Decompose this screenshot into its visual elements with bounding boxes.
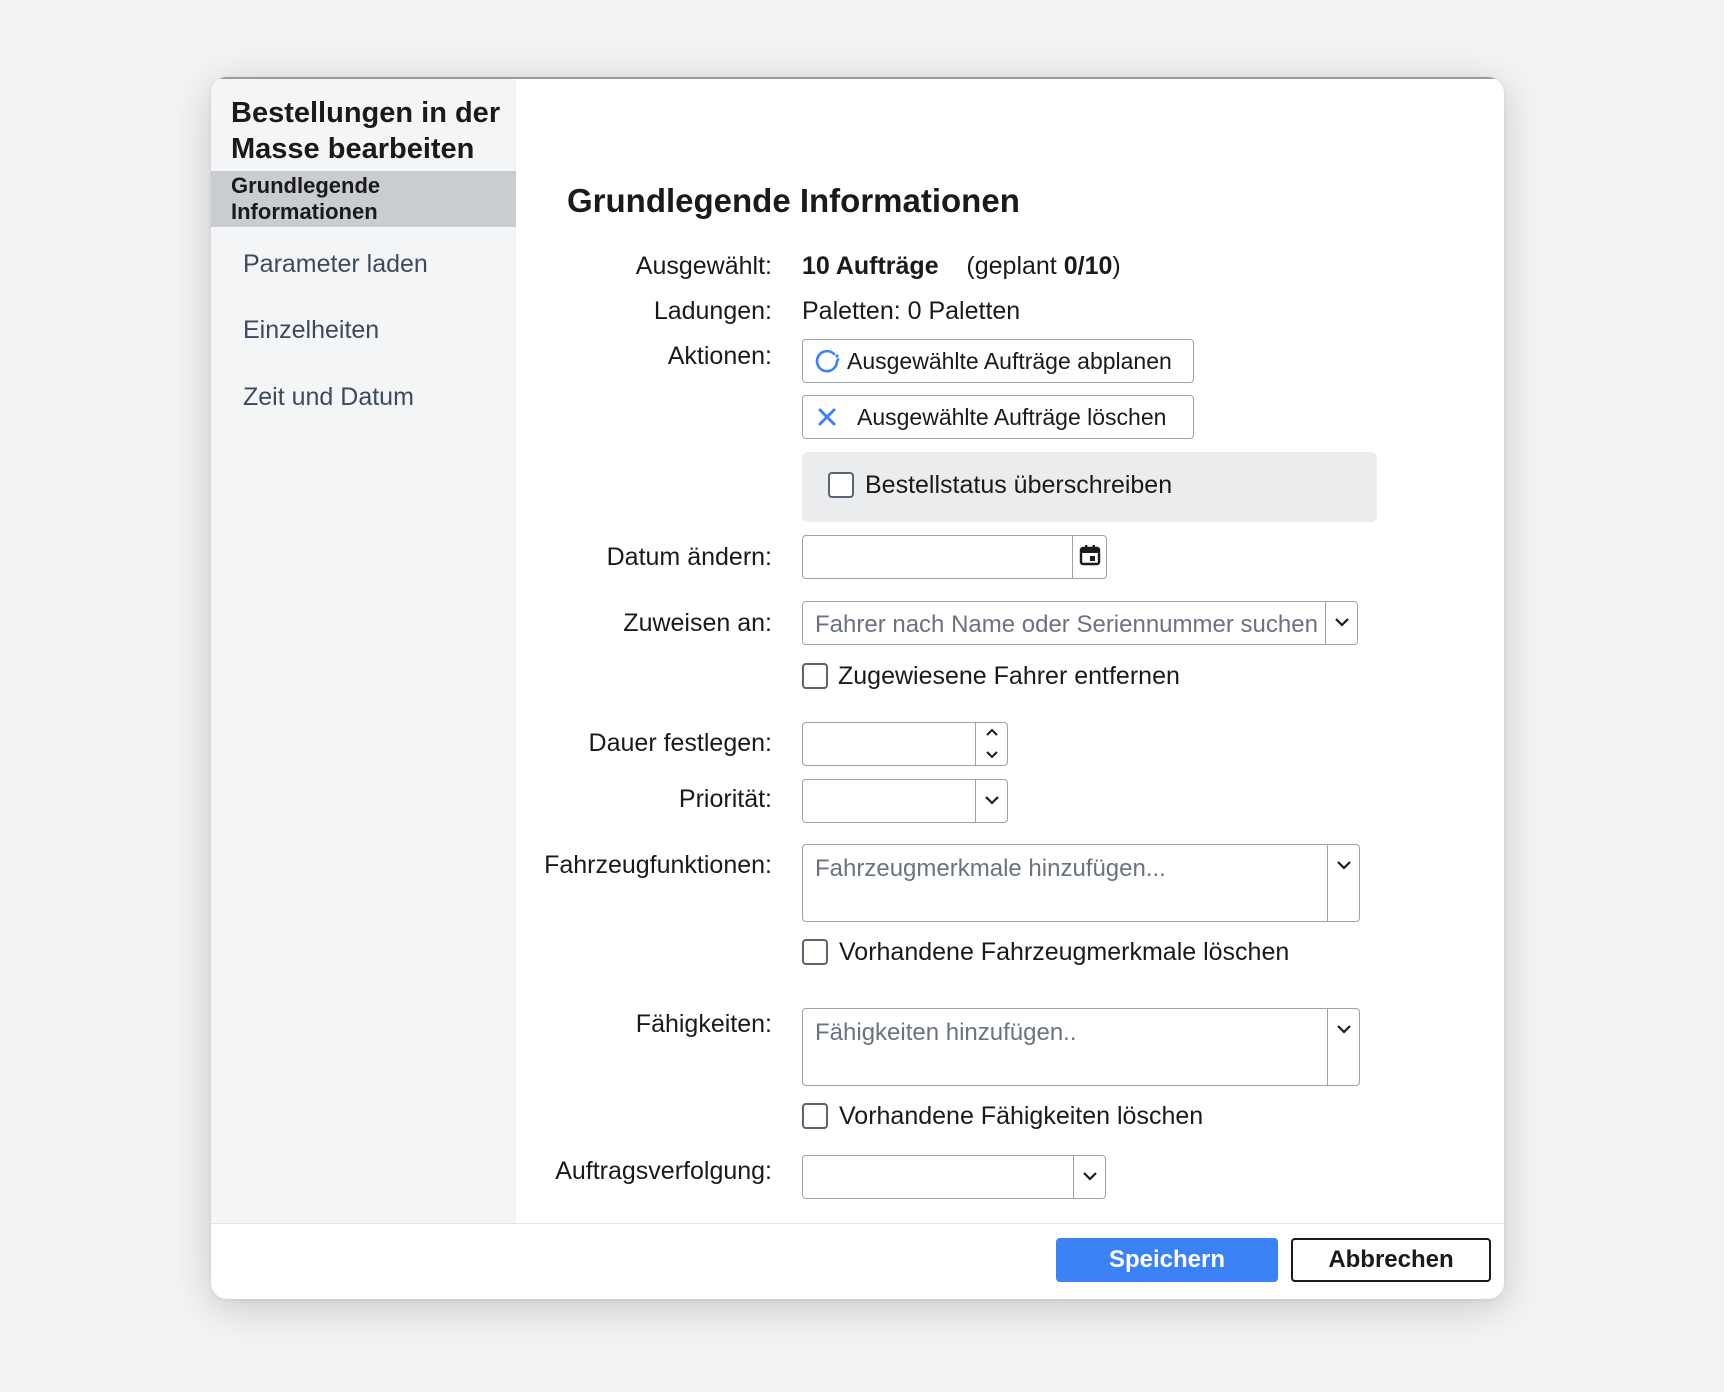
chevron-up-icon[interactable]: [985, 724, 999, 742]
vehicle-features-dropdown-button[interactable]: [1327, 845, 1359, 921]
duration-spin-buttons[interactable]: [975, 723, 1007, 765]
selected-count: 10 Aufträge: [802, 252, 939, 280]
cancel-button[interactable]: Abbrechen: [1291, 1238, 1491, 1282]
section-title: Grundlegende Informationen: [567, 182, 1020, 219]
close-icon: [807, 406, 847, 428]
priority-label: Priorität:: [678, 785, 772, 813]
chevron-down-icon: [1336, 1021, 1352, 1039]
sidebar: Bestellungen in der Masse bearbeiten Gru…: [211, 79, 516, 1223]
planned-prefix: (geplant: [966, 252, 1057, 280]
calendar-button[interactable]: [1072, 536, 1106, 578]
clear-vehicle-features-label: Vorhandene Fahrzeugmerkmale löschen: [839, 938, 1290, 966]
skills-placeholder: Fähigkeiten hinzufügen..: [815, 1019, 1077, 1046]
chevron-down-icon[interactable]: [985, 746, 999, 764]
sidebar-item-basic-info[interactable]: Grundlegende Informationen: [211, 171, 516, 227]
main-content: Grundlegende Informationen Ausgewählt: 1…: [516, 77, 1504, 1223]
remove-drivers-label: Zugewiesene Fahrer entfernen: [838, 662, 1180, 690]
vehicle-features-label: Fahrzeugfunktionen:: [544, 851, 772, 879]
date-input[interactable]: [802, 535, 1107, 579]
actions-label: Aktionen:: [667, 342, 772, 370]
sidebar-item-time-date[interactable]: Zeit und Datum: [211, 369, 516, 425]
selected-label: Ausgewählt:: [635, 252, 772, 280]
tracking-dropdown-button[interactable]: [1073, 1156, 1105, 1198]
selected-value: 10 Aufträge (geplant 0/10): [802, 252, 1121, 281]
clear-vehicle-features-checkbox[interactable]: [802, 939, 828, 965]
dialog-title: Bestellungen in der Masse bearbeiten: [231, 97, 501, 165]
priority-dropdown-button[interactable]: [975, 780, 1007, 822]
delete-orders-label: Ausgewählte Aufträge löschen: [857, 403, 1167, 430]
save-button[interactable]: Speichern: [1056, 1238, 1278, 1282]
driver-search-input[interactable]: Fahrer nach Name oder Seriennummer suche…: [802, 601, 1358, 645]
sidebar-item-label: Grundlegende Informationen: [231, 173, 381, 224]
chevron-down-icon: [1336, 857, 1352, 875]
duration-label: Dauer festlegen:: [588, 729, 772, 757]
unplan-orders-label: Ausgewählte Aufträge abplanen: [847, 347, 1172, 374]
override-status-label: Bestellstatus überschreiben: [865, 471, 1173, 499]
clear-skills-checkbox[interactable]: [802, 1103, 828, 1129]
priority-select[interactable]: [802, 779, 1008, 823]
skills-dropdown-button[interactable]: [1327, 1009, 1359, 1085]
sidebar-item-label: Einzelheiten: [243, 315, 380, 344]
date-label: Datum ändern:: [606, 543, 772, 571]
skills-label: Fähigkeiten:: [635, 1010, 772, 1038]
sidebar-item-label: Zeit und Datum: [243, 382, 414, 411]
bulk-edit-dialog: Bestellungen in der Masse bearbeiten Gru…: [211, 77, 1504, 1299]
sidebar-item-label: Parameter laden: [243, 249, 428, 278]
delete-orders-button[interactable]: Ausgewählte Aufträge löschen: [802, 395, 1194, 439]
loads-label: Ladungen:: [653, 297, 772, 325]
planned-suffix: ): [1112, 252, 1121, 280]
chevron-down-icon: [1334, 614, 1350, 632]
skills-input[interactable]: Fähigkeiten hinzufügen..: [802, 1008, 1360, 1086]
dialog-footer: Speichern Abbrechen: [211, 1223, 1504, 1299]
vehicle-features-input[interactable]: Fahrzeugmerkmale hinzufügen...: [802, 844, 1360, 922]
remove-drivers-checkbox[interactable]: [802, 663, 828, 689]
vehicle-features-placeholder: Fahrzeugmerkmale hinzufügen...: [815, 855, 1166, 882]
unplan-icon: [807, 347, 847, 375]
tracking-select[interactable]: [802, 1155, 1106, 1199]
override-status-box: Bestellstatus überschreiben: [802, 452, 1377, 522]
chevron-down-icon: [1082, 1168, 1098, 1186]
unplan-orders-button[interactable]: Ausgewählte Aufträge abplanen: [802, 339, 1194, 383]
calendar-icon: [1079, 544, 1101, 571]
override-status-checkbox[interactable]: [828, 472, 854, 498]
driver-dropdown-button[interactable]: [1325, 602, 1357, 644]
planned-value: 0/10: [1063, 252, 1113, 280]
clear-skills-label: Vorhandene Fähigkeiten löschen: [839, 1102, 1204, 1130]
tracking-label: Auftragsverfolgung:: [555, 1157, 772, 1185]
assign-label: Zuweisen an:: [623, 609, 772, 637]
chevron-down-icon: [984, 792, 1000, 810]
driver-search-placeholder: Fahrer nach Name oder Seriennummer suche…: [815, 611, 1318, 638]
duration-stepper[interactable]: [802, 722, 1008, 766]
loads-value: Paletten: 0 Paletten: [802, 297, 1021, 325]
